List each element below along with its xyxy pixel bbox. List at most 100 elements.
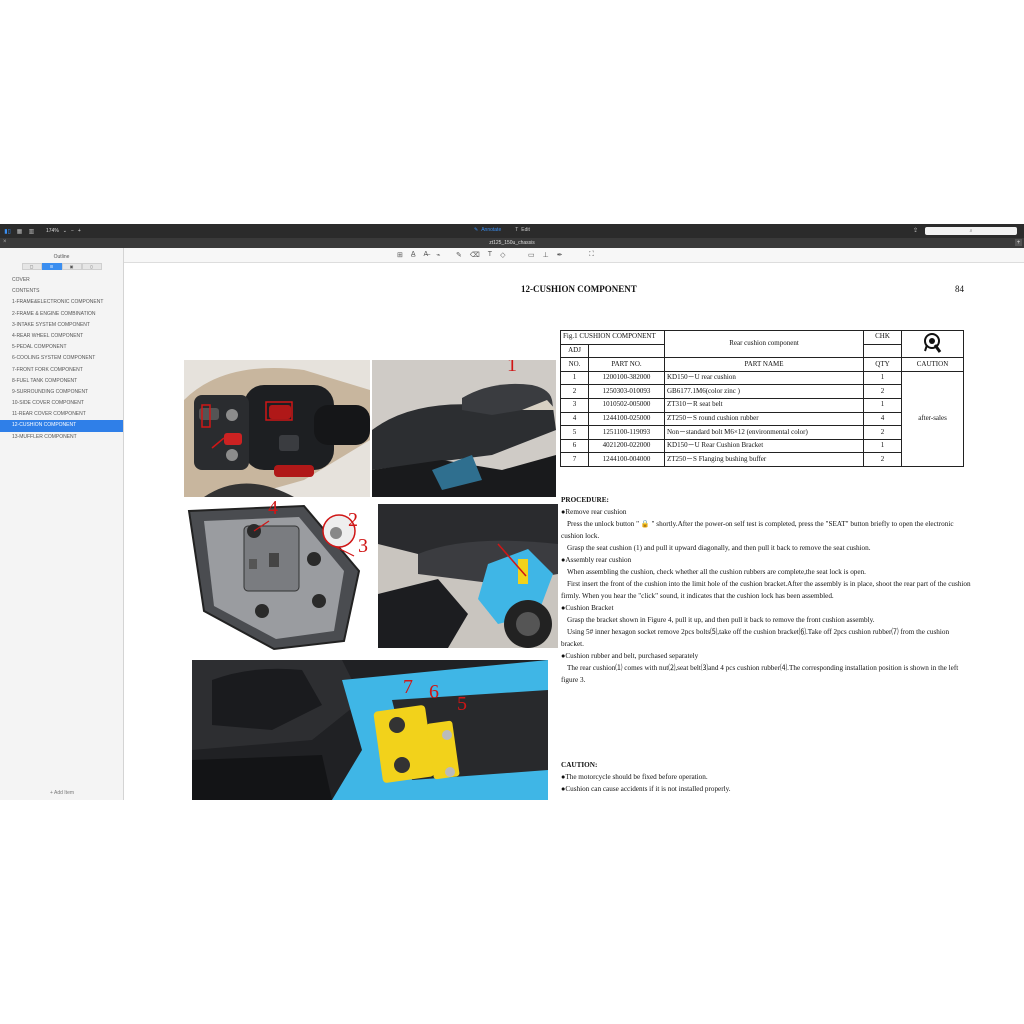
bookmarks-tab-icon[interactable]: ▣ (61, 263, 82, 270)
text-edit-icon: T (515, 227, 519, 233)
pen-icon: ✎ (474, 227, 479, 233)
page-title: 12-CUSHION COMPONENT (521, 284, 637, 294)
header-caution: CAUTION (901, 357, 964, 372)
outline-list: COVER CONTENTS 1-FRAME&ELECTRONIC COMPONEN… (0, 275, 123, 443)
app-window: ▮▯ ▦ ▥ 174% ⌄ − + ✎ Annotate T Edit ⇪ ⌕ × … (0, 224, 1024, 800)
cell-qty: 1 (863, 397, 902, 413)
procedure-subheading: ●Cushion rubber and belt, purchased sepa… (561, 652, 699, 660)
outline-item[interactable]: 7-FRONT FORK COMPONENT (0, 365, 123, 376)
annotate-mode-button[interactable]: ✎ Annotate (474, 227, 501, 233)
stamp-icon[interactable]: ⊥ (543, 251, 549, 259)
outline-item[interactable]: 2-FRAME & ENGINE COMBINATION (0, 309, 123, 320)
callout-3: 3 (358, 535, 368, 557)
outline-item[interactable]: 5-PEDAL COMPONENT (0, 342, 123, 353)
cell-qty: 1 (863, 438, 902, 454)
outline-item[interactable]: 1-FRAME&ELECTRONIC COMPONENT (0, 297, 123, 308)
cushion-underside-illustration (184, 501, 370, 651)
outline-item[interactable]: 11-REAR COVER COMPONENT (0, 409, 123, 420)
chevron-down-icon[interactable]: ⌄ (63, 228, 67, 234)
procedure-text: When assembling the cushion, check wheth… (567, 568, 866, 576)
underline-icon[interactable]: ⌁ (436, 251, 440, 259)
two-page-view-icon[interactable]: ▥ (27, 228, 36, 235)
seat-lock-illustration (378, 504, 558, 648)
chk-cell: CHK (863, 330, 902, 345)
highlight-text-icon[interactable]: A̲ (411, 251, 416, 259)
procedure-text: Using 5# inner hexagon socket remove 2pc… (561, 628, 950, 648)
figure-cushion-bracket: 7 6 5 (192, 660, 548, 800)
outline-item[interactable]: 12-CUSHION COMPONENT (0, 420, 123, 432)
outline-item[interactable]: 3-INTAKE SYSTEM COMPONENT (0, 320, 123, 331)
cell-no: 7 (560, 452, 589, 467)
cell-part-no: 1251100-119093 (588, 425, 665, 440)
table-header-row: NO. PART NO. PART NAME QTY CAUTION (560, 357, 964, 372)
edit-mode-button[interactable]: T Edit (515, 227, 530, 233)
cell-qty: 2 (863, 425, 902, 440)
outline-item[interactable]: COVER (0, 275, 123, 286)
search-icon: ⌕ (969, 228, 973, 234)
caution-item: ●The motorcycle should be fixed before o… (561, 773, 708, 781)
figure-handlebar-switch (184, 360, 370, 497)
sidebar-tabs: ▢ ☰ ▣ ▯ (0, 263, 123, 270)
cell-part-no: 1244100-004000 (588, 452, 665, 467)
shape-tool-icon[interactable]: ◇ (500, 251, 505, 259)
cell-part-no: 4021200-022000 (588, 438, 665, 454)
figure-seat-lock (378, 504, 558, 648)
zoom-control[interactable]: 174% ⌄ − + (46, 228, 81, 234)
annotations-tab-icon[interactable]: ▯ (81, 263, 102, 270)
procedure-text: Grasp the bracket shown in Figure 4, pul… (567, 616, 875, 624)
caution-icon-cell (901, 329, 964, 359)
table-row: 1 1200100-382000 KD150－U rear cushion 1 afte… (560, 370, 964, 467)
figure-rear-seat: 1 (372, 360, 556, 497)
cell-qty: 1 (863, 370, 902, 386)
close-icon[interactable]: × (3, 239, 7, 245)
eraser-icon[interactable]: ⌫ (470, 251, 480, 259)
cell-part-no: 1200100-382000 (588, 370, 665, 386)
top-toolbar: ▮▯ ▦ ▥ 174% ⌄ − + ✎ Annotate T Edit ⇪ ⌕ (0, 224, 1024, 238)
cell-qty: 4 (863, 411, 902, 427)
add-item-button[interactable]: + Add Item (0, 790, 124, 796)
zoom-in-button[interactable]: + (78, 228, 81, 234)
crop-icon[interactable]: ⛶ (589, 251, 594, 259)
outline-tab-icon[interactable]: ☰ (41, 263, 62, 270)
outline-item[interactable]: 13-MUFFLER COMPONENT (0, 432, 123, 443)
zoom-out-button[interactable]: − (71, 228, 74, 234)
outline-item[interactable]: 6-COOLING SYSTEM COMPONENT (0, 353, 123, 364)
text-box-icon[interactable]: ⊞ (397, 251, 403, 259)
cell-part-no: 1244100-025000 (588, 411, 665, 427)
new-tab-button[interactable]: + (1015, 239, 1022, 246)
zoom-level[interactable]: 174% (46, 228, 59, 234)
share-icon[interactable]: ⇪ (913, 227, 918, 234)
outline-item[interactable]: CONTENTS (0, 286, 123, 297)
callout-1: 1 (507, 360, 517, 376)
cell-qty: 2 (863, 384, 902, 399)
note-icon[interactable]: ▭ (528, 251, 535, 259)
procedure-text: Grasp the seat cushion (1) and pull it u… (567, 544, 871, 552)
mode-switch: ✎ Annotate T Edit (474, 227, 530, 233)
adj-cell: ADJ (560, 343, 589, 359)
document-titlebar: × zt125_150u_chassis + (0, 238, 1024, 248)
outline-item[interactable]: 8-FUEL TANK COMPONENT (0, 376, 123, 387)
caution-section: CAUTION: ●The motorcycle should be fixed… (561, 759, 731, 795)
outline-item[interactable]: 9-SURROUNDING COMPONENT (0, 387, 123, 398)
search-input[interactable]: ⌕ (925, 227, 1017, 235)
callout-4: 4 (268, 501, 278, 519)
thumbnails-tab-icon[interactable]: ▢ (21, 263, 42, 270)
cell-no: 4 (560, 411, 589, 427)
grid-view-icon[interactable]: ▦ (15, 228, 24, 235)
outline-item[interactable]: 4-REAR WHEEL COMPONENT (0, 331, 123, 342)
cell-no: 6 (560, 438, 589, 454)
callout-7: 7 (403, 676, 413, 698)
pencil-icon[interactable]: ✎ (456, 251, 462, 259)
cushion-bracket-illustration (192, 660, 548, 800)
outline-item[interactable]: 10-SIDE COVER COMPONENT (0, 398, 123, 409)
text-tool-icon[interactable]: T (488, 251, 492, 259)
strikethrough-icon[interactable]: A̶ (424, 251, 429, 259)
cell-part-name: Non－standard bolt M6×12 (environmental c… (664, 425, 864, 440)
wrench-warning-icon (923, 332, 941, 353)
outline-sidebar: Outline ▢ ☰ ▣ ▯ COVER CONTENTS 1-FRAME&ELE… (0, 248, 124, 800)
signature-icon[interactable]: ✒ (557, 251, 563, 259)
caution-note-cell: after-sales (901, 370, 964, 467)
sidebar-toggle-icon[interactable]: ▮▯ (3, 228, 12, 235)
callout-2: 2 (348, 509, 358, 531)
sidebar-title: Outline (53, 254, 70, 260)
